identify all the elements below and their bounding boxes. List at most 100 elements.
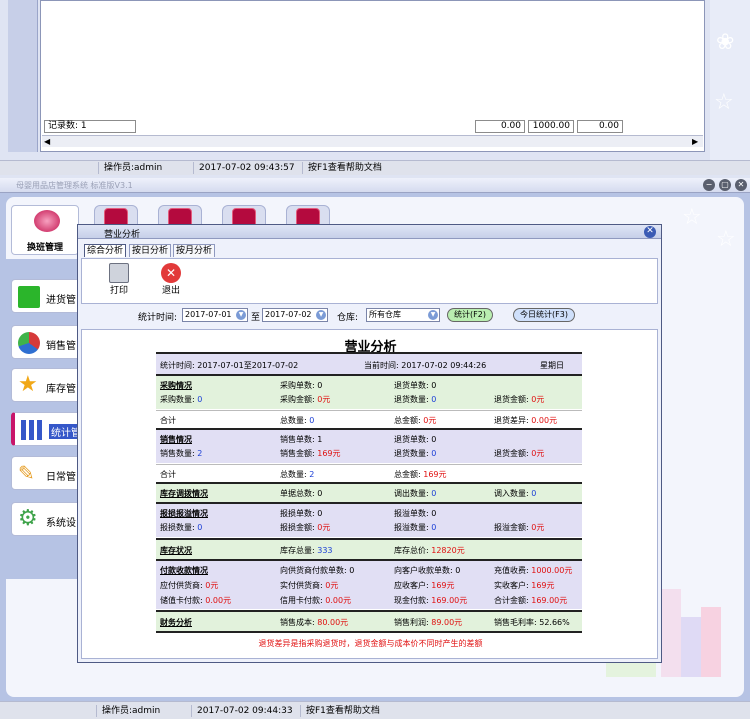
maximize-icon[interactable]: ▢ (719, 179, 731, 191)
bg-status-time: 2017-07-02 09:43:57 (193, 162, 301, 174)
payment-section: 付款收款情况 向供货商付款单数: 0 向客户收款单数: 0 充值收费: 1000… (156, 561, 582, 609)
loss-count: 报损单数: 0 (280, 509, 323, 518)
date-from-picker[interactable]: 2017-07-01 ▼ (182, 308, 248, 322)
label: 销售金额: (280, 449, 318, 458)
label: 应付供货商: (160, 581, 206, 590)
status-operator: 操作员:admin (96, 705, 190, 717)
supplier-pay-count: 向供货商付款单数: 0 (280, 566, 355, 575)
today-stat-button[interactable]: 今日统计(F3) (513, 308, 575, 322)
label: 实收客户: (494, 581, 532, 590)
label: 报损数量: (160, 523, 198, 532)
sales-total-row: 合计 总数量: 2 总金额: 169元 (156, 464, 582, 482)
nav-label: 销售管 (46, 341, 76, 352)
horizontal-scrollbar[interactable]: ◀ ▶ (42, 135, 703, 147)
app-title: 母婴用品店管理系统 标准版V3.1 (16, 181, 133, 190)
store-select[interactable]: 所有仓库 ▼ (366, 308, 440, 322)
business-analysis-dialog: 营业分析 ✕ 综合分析 按日分析 按月分析 打印 ✕ 退出 统计时间: 2017… (77, 224, 662, 663)
finance-section: 财务分析 销售成本: 80.00元 销售利润: 89.00元 销售毛利率: 52… (156, 612, 582, 631)
nav-statistics[interactable]: 统计管 (11, 412, 83, 446)
label: 退货金额: (494, 395, 532, 404)
print-label: 打印 (109, 286, 128, 296)
status-time: 2017-07-02 09:44:33 (191, 705, 299, 717)
total-label: 合计 (160, 470, 176, 479)
label: 采购金额: (280, 395, 318, 404)
nav-label: 进货管 (46, 295, 76, 306)
label: 总数量: (280, 470, 310, 479)
bg-status-operator: 操作员:admin (98, 162, 192, 174)
value: 0.00元 (205, 596, 232, 605)
label: 实付供货商: (280, 581, 326, 590)
label: 总金额: (394, 416, 424, 425)
sum-field-3: 0.00 (577, 120, 623, 133)
bg-status-bar: 操作员:admin 2017-07-02 09:43:57 按F1查看帮助文档 (0, 160, 750, 175)
nav-label: 库存管 (46, 384, 76, 395)
shift-manage-button[interactable]: 换班管理 (11, 205, 79, 255)
nav-system[interactable]: ⚙ 系统设 (11, 502, 83, 536)
filter-row: 统计时间: 2017-07-01 ▼ 至 2017-07-02 ▼ 仓库: 所有仓库… (81, 305, 658, 327)
chevron-down-icon[interactable]: ▼ (316, 310, 326, 320)
main-title-bar[interactable]: 母婴用品店管理系统 标准版V3.1 − ▢ ✕ (0, 178, 750, 193)
label: 现金付款: (394, 596, 432, 605)
stock-title: 库存状况 (160, 546, 192, 555)
scroll-left-icon[interactable]: ◀ (44, 137, 50, 146)
nav-daily[interactable]: ✎ 日常管 (11, 456, 83, 490)
date-to-picker[interactable]: 2017-07-02 ▼ (262, 308, 328, 322)
tab-overview[interactable]: 综合分析 (84, 244, 127, 257)
nav-purchase[interactable]: 进货管 (11, 279, 83, 313)
label: 退货数量: (394, 449, 432, 458)
exit-button[interactable]: ✕ 退出 (156, 263, 186, 296)
label: 信用卡付款: (280, 596, 326, 605)
dialog-close-icon[interactable]: ✕ (644, 226, 656, 238)
chevron-down-icon[interactable]: ▼ (236, 310, 246, 320)
tab-monthly[interactable]: 按月分析 (173, 244, 216, 257)
minimize-icon[interactable]: − (703, 179, 715, 191)
nav-inventory[interactable]: ★ 库存管 (11, 368, 83, 402)
gross-margin: 销售毛利率: 52.66% (494, 618, 570, 627)
label: 退货金额: (494, 449, 532, 458)
close-icon[interactable]: ✕ (735, 179, 747, 191)
value: 169.00元 (531, 596, 568, 605)
star-deco-icon: ☆ (716, 227, 736, 252)
sales-title: 销售情况 (160, 435, 192, 444)
plus-icon (18, 286, 40, 308)
value: 0 (197, 523, 203, 532)
report-now: 当前时间: 2017-07-02 09:44:26 (364, 361, 487, 370)
store-label: 仓库: (337, 313, 359, 323)
value: 169元 (431, 581, 455, 590)
sum-field-1: 0.00 (475, 120, 525, 133)
bg-status-help: 按F1查看帮助文档 (302, 162, 442, 174)
purchase-total-row: 合计 总数量: 0 总金额: 0元 退货差异: 0.00元 (156, 410, 582, 428)
label: 充值收费: (494, 566, 532, 575)
chevron-down-icon[interactable]: ▼ (428, 310, 438, 320)
nav-sales[interactable]: 销售管 (11, 325, 83, 359)
sales-return-count: 退货单数: 0 (394, 435, 437, 444)
time-label: 统计时间: (138, 313, 178, 323)
shift-manage-label: 换班管理 (26, 243, 63, 253)
label: 销售成本: (280, 618, 318, 627)
label: 采购数量: (160, 395, 198, 404)
purchase-order-count: 采购单数: 0 (280, 381, 323, 390)
gain-count: 报溢单数: 0 (394, 509, 437, 518)
value: 0 (431, 449, 437, 458)
label: 应收客户: (394, 581, 432, 590)
to-label: 至 (251, 313, 261, 323)
star-icon: ★ (18, 372, 38, 397)
stat-button[interactable]: 统计(F2) (447, 308, 493, 322)
nav-label: 日常管 (46, 472, 76, 483)
value: 80.00元 (317, 618, 349, 627)
value: 0元 (325, 581, 339, 590)
gear-icon: ⚙ (18, 506, 38, 531)
scroll-right-icon[interactable]: ▶ (692, 137, 698, 146)
value: 12820元 (431, 546, 465, 555)
label: 总金额: (394, 470, 424, 479)
deco-bar (661, 589, 681, 677)
bg-right-deco: ❀ ☆ (710, 0, 750, 160)
customer-recv-count: 向客户收款单数: 0 (394, 566, 461, 575)
value: 0元 (531, 449, 545, 458)
label: 调出数量: (394, 489, 432, 498)
value: 1000.00元 (531, 566, 573, 575)
print-button[interactable]: 打印 (104, 263, 134, 296)
tab-daily[interactable]: 按日分析 (129, 244, 172, 257)
report-panel: 营业分析 统计时间: 2017-07-01至2017-07-02 当前时间: 2… (81, 329, 658, 659)
dialog-title-bar[interactable]: 营业分析 (78, 225, 661, 240)
